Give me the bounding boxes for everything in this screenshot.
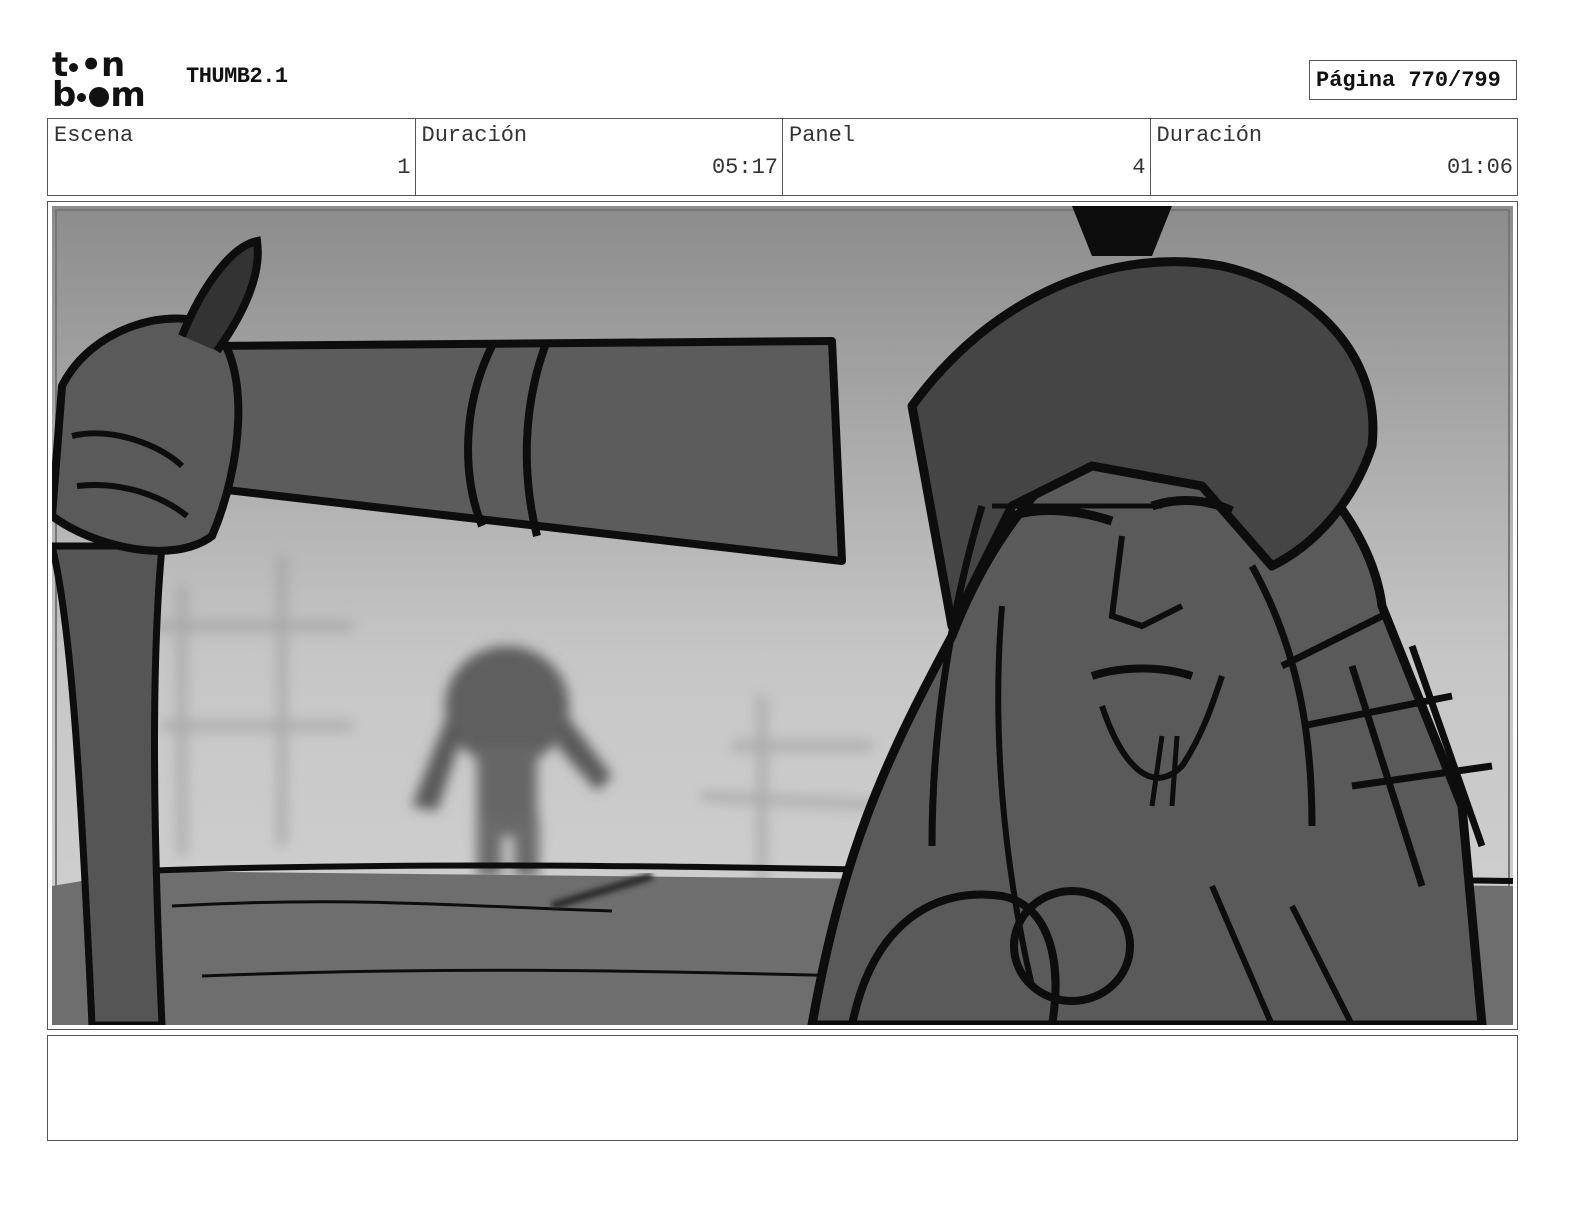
scene-value: 1	[397, 155, 411, 180]
scene-duration-label: Duración	[421, 123, 528, 148]
storyboard-panel-frame	[47, 201, 1518, 1030]
scene-info-bar: Escena 1 Duración 05:17 Panel 4 Duración…	[47, 118, 1518, 196]
panel-duration-value: 01:06	[1446, 155, 1513, 180]
scene-cell: Escena 1	[48, 119, 416, 195]
panel-cell: Panel 4	[783, 119, 1151, 195]
page-counter: Página 770/799	[1309, 60, 1517, 100]
scene-duration-value: 05:17	[711, 155, 778, 180]
panel-label: Panel	[789, 123, 856, 148]
project-title: THUMB2.1	[186, 64, 288, 89]
toonboom-logo: t • n bm	[52, 48, 164, 115]
panel-duration-cell: Duración 01:06	[1151, 119, 1518, 195]
scene-label: Escena	[54, 123, 134, 148]
panel-value: 4	[1132, 155, 1146, 180]
panel-notes-box	[47, 1035, 1518, 1141]
storyboard-sketch-image	[52, 206, 1513, 1025]
scene-duration-cell: Duración 05:17	[416, 119, 783, 195]
panel-duration-label: Duración	[1156, 123, 1263, 148]
logo-line-bottom: bm	[52, 75, 146, 115]
